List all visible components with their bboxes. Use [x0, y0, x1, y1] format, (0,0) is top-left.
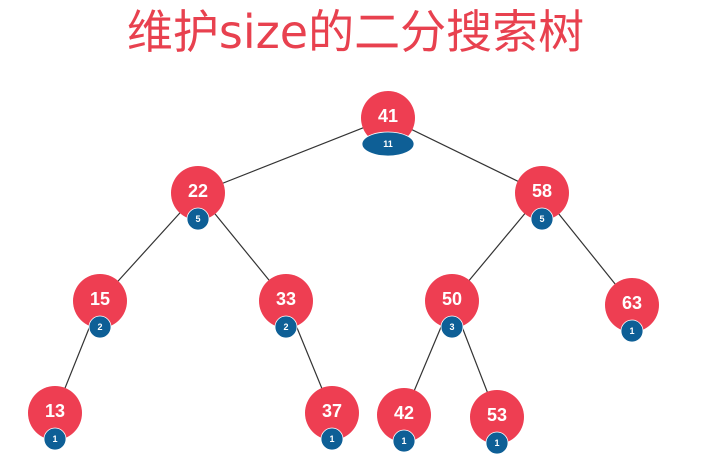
tree-node: 15 2 — [73, 274, 127, 339]
tree-nodes: 41 11 22 5 58 5 15 2 33 2 50 3 63 1 13 1 37 1 42 1 53 1 — [28, 91, 659, 455]
tree-node: 63 1 — [605, 278, 659, 343]
tree-edges — [54, 117, 633, 418]
size-value: 1 — [52, 434, 57, 444]
tree-node: 58 5 — [515, 166, 569, 231]
binary-search-tree-diagram: 41 11 22 5 58 5 15 2 33 2 50 3 63 1 13 1 37 1 42 1 53 1 — [28, 91, 659, 455]
node-value: 37 — [322, 401, 342, 421]
tree-node: 42 1 — [377, 388, 431, 453]
size-value: 1 — [329, 434, 334, 444]
node-value: 33 — [276, 289, 296, 309]
size-value: 11 — [383, 139, 393, 149]
size-value: 5 — [539, 214, 544, 224]
size-value: 5 — [195, 214, 200, 224]
node-value: 50 — [442, 289, 462, 309]
size-value: 1 — [629, 326, 634, 336]
size-value: 2 — [97, 322, 102, 332]
size-value: 3 — [449, 322, 454, 332]
tree-edge — [197, 117, 389, 194]
node-value: 15 — [90, 289, 110, 309]
tree-node: 33 2 — [259, 274, 313, 339]
node-value: 53 — [487, 405, 507, 425]
tree-node: 53 1 — [470, 390, 524, 455]
tree-node: 13 1 — [28, 386, 82, 451]
size-value: 1 — [494, 438, 499, 448]
tree-node: 22 5 — [171, 166, 225, 231]
tree-node: 37 1 — [305, 386, 359, 451]
node-value: 63 — [622, 293, 642, 313]
node-value: 42 — [394, 403, 414, 423]
node-value: 58 — [532, 181, 552, 201]
tree-node: 41 11 — [361, 91, 415, 157]
node-value: 22 — [188, 181, 208, 201]
tree-node: 50 3 — [425, 274, 479, 339]
node-value: 41 — [378, 106, 398, 126]
node-value: 13 — [45, 401, 65, 421]
size-value: 1 — [401, 436, 406, 446]
size-value: 2 — [283, 322, 288, 332]
